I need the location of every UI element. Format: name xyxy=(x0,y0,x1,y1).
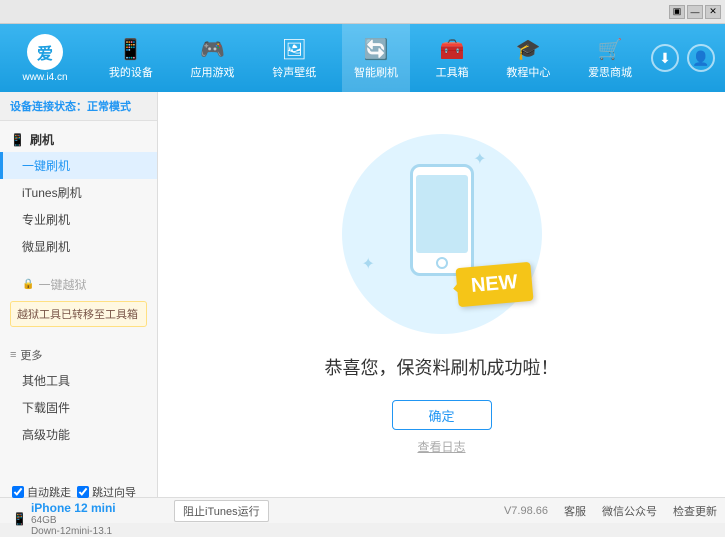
bottom-center: 阻止iTunes运行 xyxy=(166,500,504,522)
view-log-link[interactable]: 查看日志 xyxy=(417,438,465,455)
status-bar: 设备连接状态：正常模式 xyxy=(0,92,157,121)
nav-appgames[interactable]: 🎮 应用游戏 xyxy=(179,24,247,92)
auto-skip-input[interactable] xyxy=(12,486,24,498)
logo-area: 爱 www.i4.cn xyxy=(10,34,80,83)
bars-icon: ≡ xyxy=(10,349,16,361)
phone-shape xyxy=(410,164,474,276)
shop-icon: 🛒 xyxy=(598,37,623,62)
mydevice-icon: 📱 xyxy=(118,37,143,62)
skip-wizard-checkbox[interactable]: 跳过向导 xyxy=(77,484,136,500)
auto-skip-checkbox[interactable]: 自动跳走 xyxy=(12,484,71,500)
sidebar-item-advanced[interactable]: 高级功能 xyxy=(0,421,157,448)
lock-icon: 🔒 xyxy=(22,279,34,290)
phone-home-btn xyxy=(436,257,448,269)
flash-section-icon: 📱 xyxy=(10,133,25,147)
skip-wizard-input[interactable] xyxy=(77,486,89,498)
sidebar-item-onekey[interactable]: 一键刷机 xyxy=(0,152,157,179)
nav-shop[interactable]: 🛒 爱思商城 xyxy=(576,24,644,92)
star2-icon: ✦ xyxy=(362,254,375,274)
version-text: V7.98.66 xyxy=(504,505,548,517)
device-phone-icon: 📱 xyxy=(12,512,27,526)
restore-btn[interactable]: — xyxy=(687,5,703,19)
new-badge: NEW xyxy=(455,262,533,307)
minimize-btn[interactable]: ▣ xyxy=(669,5,685,19)
title-bar: ▣ — ✕ xyxy=(0,0,725,24)
tutorial-icon: 🎓 xyxy=(516,37,541,62)
bottom-left-section: 自动跳走 跳过向导 📱 iPhone 12 mini 64GB Down-12m… xyxy=(8,484,166,537)
wallpaper-icon: 🖼 xyxy=(282,37,307,62)
sidebar-more-section: ≡ 更多 其他工具 下载固件 高级功能 xyxy=(0,337,157,454)
flash-icon: 🔄 xyxy=(364,37,389,62)
phone-screen xyxy=(416,175,468,253)
sidebar-jailbreak-disabled: 🔒 一键越狱 xyxy=(0,272,157,297)
phone-illustration: ✦ ✦ NEW xyxy=(342,134,542,334)
sidebar-item-other-tools[interactable]: 其他工具 xyxy=(0,367,157,394)
sidebar-section-flash-title: 📱 刷机 xyxy=(0,127,157,152)
close-btn[interactable]: ✕ xyxy=(705,5,721,19)
sidebar: 设备连接状态：正常模式 📱 刷机 一键刷机 iTunes刷机 专业刷机 微显刷机… xyxy=(0,92,158,497)
device-storage: 64GB xyxy=(31,515,116,526)
logo-icon: 爱 xyxy=(27,34,63,70)
success-message: 恭喜您，保资料刷机成功啦！ xyxy=(325,354,559,380)
bottom-bar: 自动跳走 跳过向导 📱 iPhone 12 mini 64GB Down-12m… xyxy=(0,497,725,523)
tools-icon: 🧰 xyxy=(440,37,465,62)
sidebar-item-itunes[interactable]: iTunes刷机 xyxy=(0,179,157,206)
sidebar-item-download-fw[interactable]: 下载固件 xyxy=(0,394,157,421)
star1-icon: ✦ xyxy=(473,149,486,169)
content-area: ✦ ✦ NEW 恭喜您，保资料刷机成功啦！ 确定 查看日志 xyxy=(158,92,725,497)
nav-mydevice[interactable]: 📱 我的设备 xyxy=(97,24,165,92)
customer-service-link[interactable]: 客服 xyxy=(564,503,586,519)
device-info-row: 📱 iPhone 12 mini 64GB Down-12mini-13.1 xyxy=(12,501,162,537)
check-update-link[interactable]: 检查更新 xyxy=(673,503,717,519)
nav-tutorial[interactable]: 🎓 教程中心 xyxy=(494,24,562,92)
confirm-button[interactable]: 确定 xyxy=(392,400,492,430)
nav-tools[interactable]: 🧰 工具箱 xyxy=(424,24,481,92)
header-right: ⬇ 👤 xyxy=(651,44,715,72)
nav-flash[interactable]: 🔄 智能刷机 xyxy=(342,24,410,92)
appgames-icon: 🎮 xyxy=(200,37,225,62)
device-name: iPhone 12 mini xyxy=(31,501,116,515)
sidebar-jailbreak-section: 🔒 一键越狱 越狱工具已转移至工具箱 xyxy=(0,266,157,337)
sidebar-more-title: ≡ 更多 xyxy=(0,343,157,367)
device-model: Down-12mini-13.1 xyxy=(31,526,116,537)
sidebar-item-micro[interactable]: 微显刷机 xyxy=(0,233,157,260)
itunes-status-btn[interactable]: 阻止iTunes运行 xyxy=(174,500,269,522)
bottom-right: V7.98.66 客服 微信公众号 检查更新 xyxy=(504,503,717,519)
main-area: 设备连接状态：正常模式 📱 刷机 一键刷机 iTunes刷机 专业刷机 微显刷机… xyxy=(0,92,725,497)
download-btn[interactable]: ⬇ xyxy=(651,44,679,72)
nav-wallpaper[interactable]: 🖼 铃声壁纸 xyxy=(260,24,328,92)
jailbreak-notice: 越狱工具已转移至工具箱 xyxy=(10,301,147,327)
nav-items: 📱 我的设备 🎮 应用游戏 🖼 铃声壁纸 🔄 智能刷机 🧰 工具箱 🎓 教程中心… xyxy=(90,24,651,92)
checkboxes-row: 自动跳走 跳过向导 xyxy=(12,484,162,500)
wechat-link[interactable]: 微信公众号 xyxy=(602,503,657,519)
logo-site: www.i4.cn xyxy=(22,72,67,83)
header: 爱 www.i4.cn 📱 我的设备 🎮 应用游戏 🖼 铃声壁纸 🔄 智能刷机 … xyxy=(0,24,725,92)
device-info: iPhone 12 mini 64GB Down-12mini-13.1 xyxy=(31,501,116,537)
sidebar-item-pro[interactable]: 专业刷机 xyxy=(0,206,157,233)
user-btn[interactable]: 👤 xyxy=(687,44,715,72)
sidebar-flash-section: 📱 刷机 一键刷机 iTunes刷机 专业刷机 微显刷机 xyxy=(0,121,157,266)
